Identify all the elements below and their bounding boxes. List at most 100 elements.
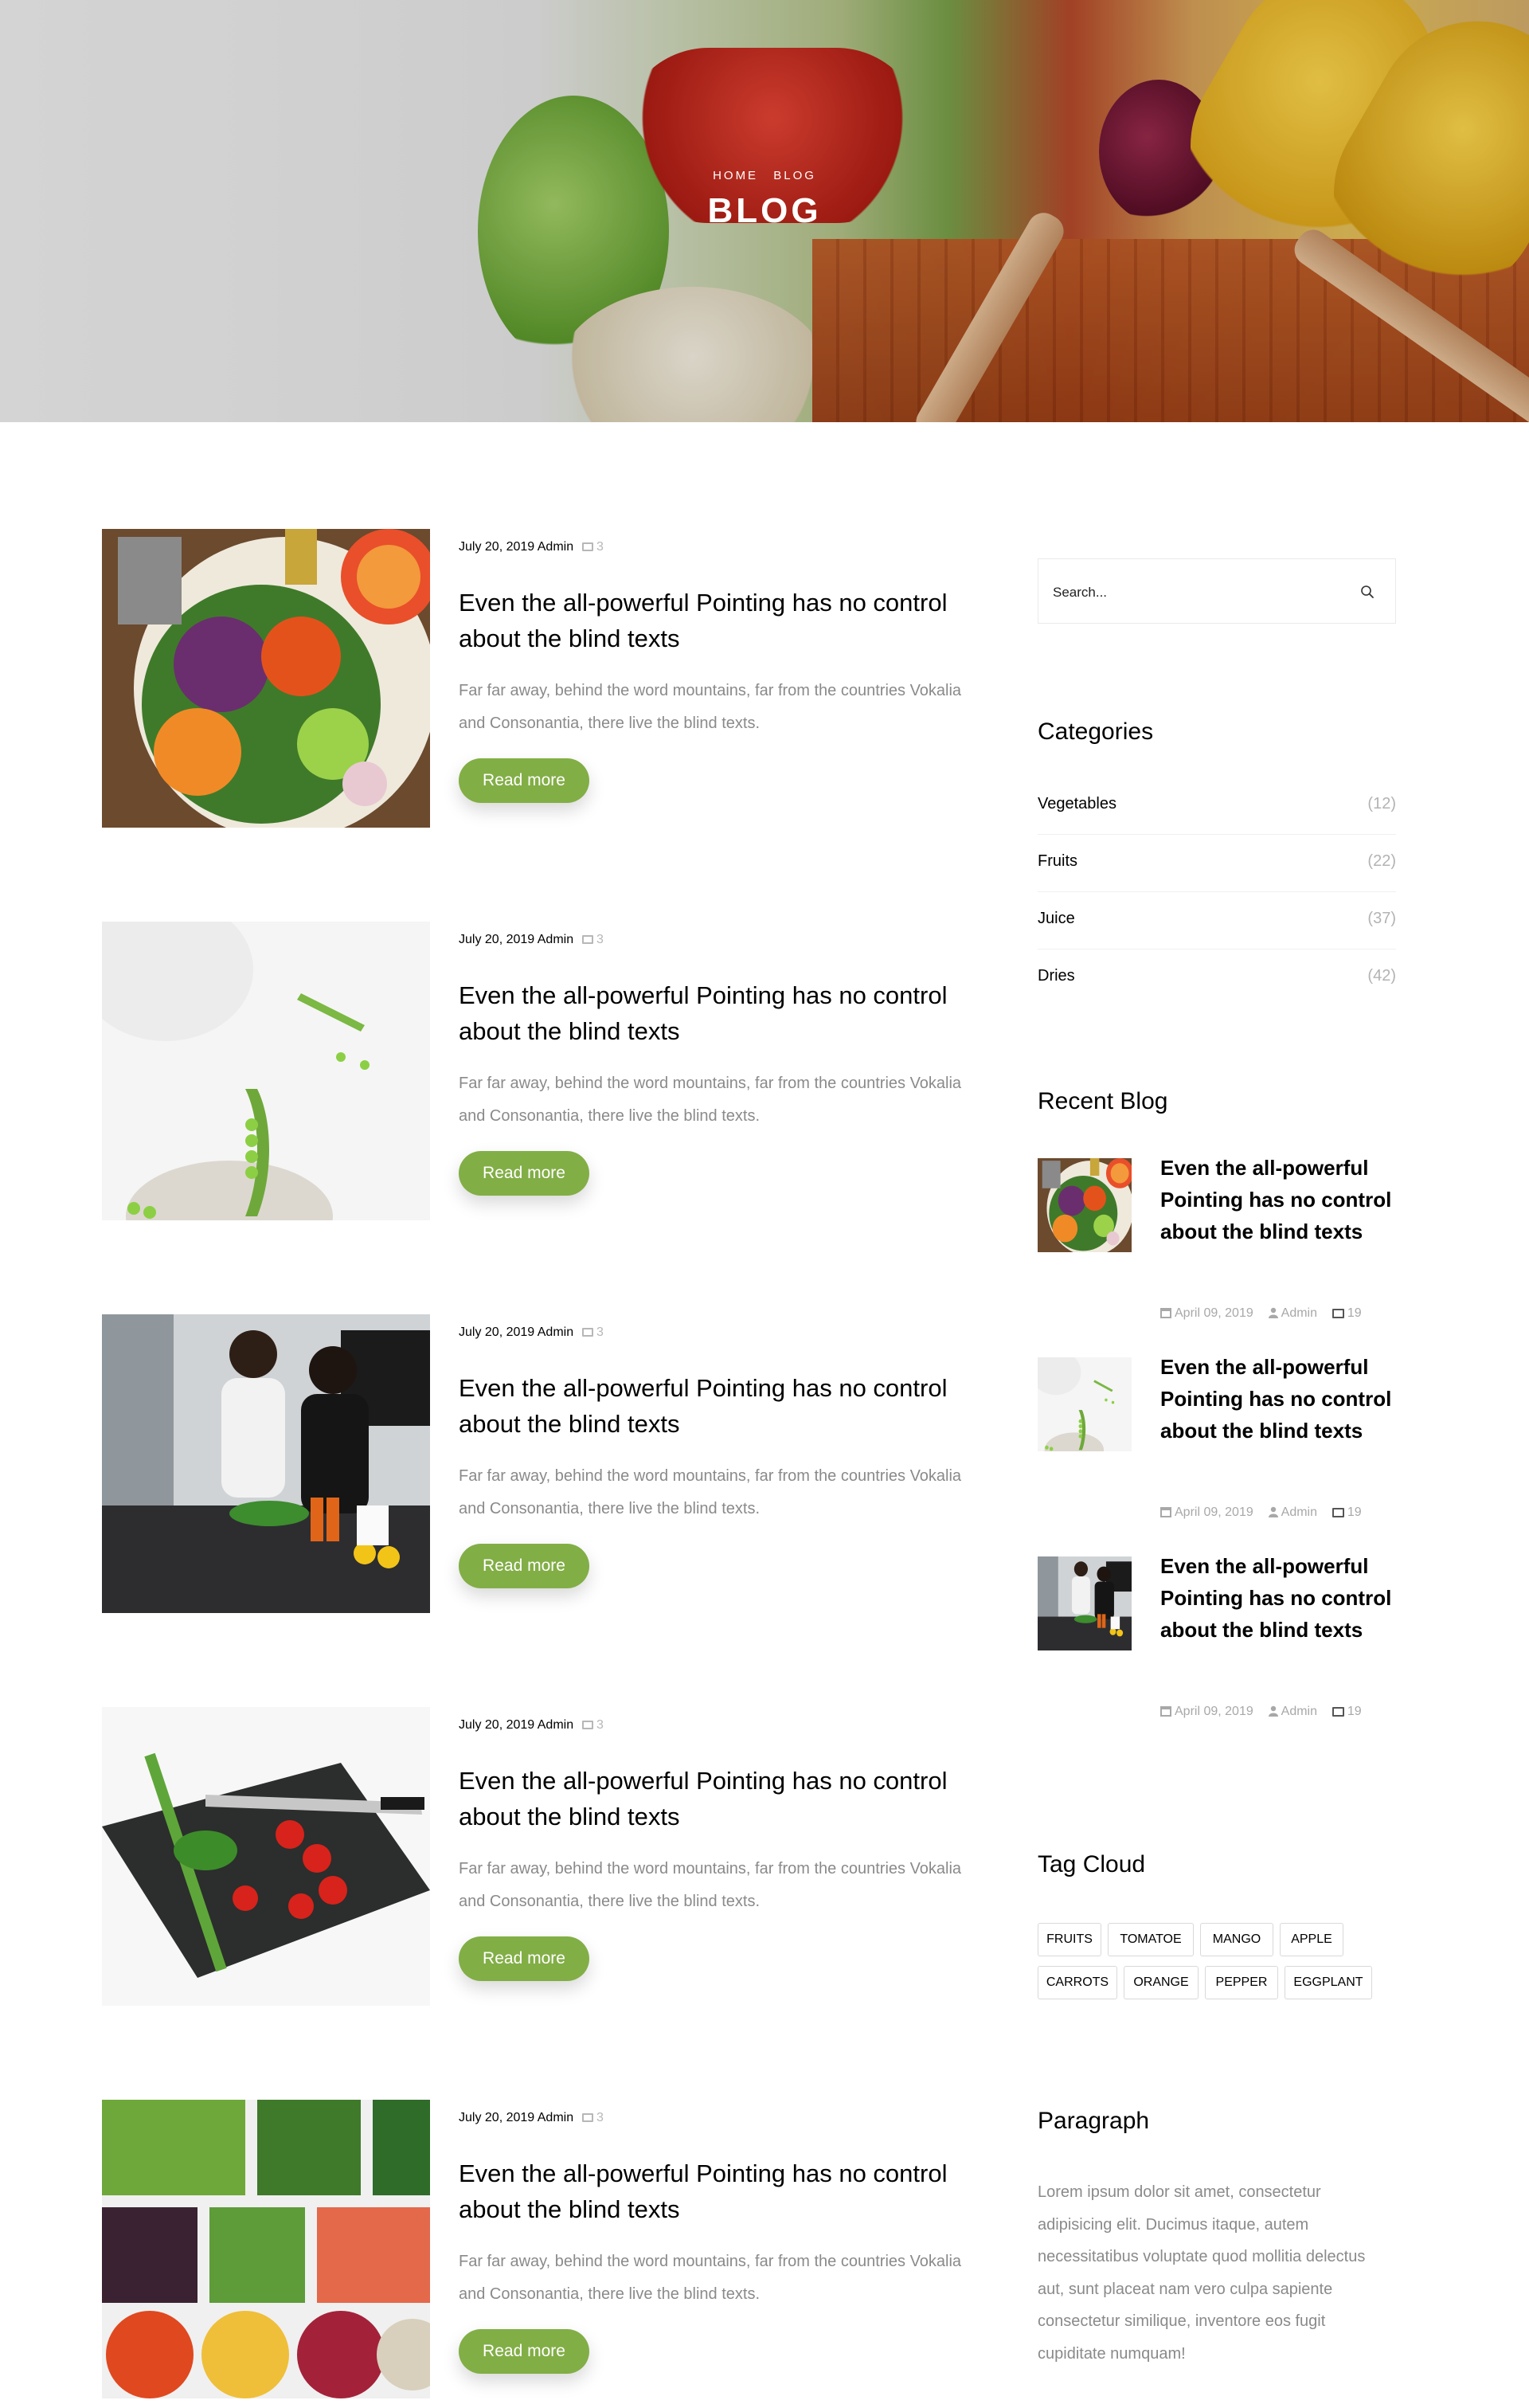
- blog-post: July 20, 2019 Admin 3 Even the all-power…: [102, 1707, 978, 2006]
- post-meta: July 20, 2019 Admin 3: [459, 1718, 604, 1733]
- recent-blog-author[interactable]: Admin: [1281, 1705, 1317, 1718]
- blog-post: July 20, 2019 Admin 3 Even the all-power…: [102, 1314, 978, 1613]
- post-comment-count[interactable]: 3: [596, 540, 604, 554]
- read-more-button[interactable]: Read more: [459, 758, 589, 803]
- comment-icon: [581, 2113, 593, 2122]
- search-input[interactable]: [1053, 581, 1339, 604]
- post-author[interactable]: Admin: [538, 2111, 573, 2124]
- post-comment-count[interactable]: 3: [596, 2111, 604, 2124]
- user-icon: [1268, 1307, 1278, 1318]
- category-item[interactable]: Juice (37): [1038, 892, 1396, 949]
- search-form: [1038, 558, 1396, 624]
- recent-blog-heading: Recent Blog: [1038, 1088, 1168, 1114]
- salad-bowl-image[interactable]: [102, 529, 430, 828]
- post-title[interactable]: Even the all-powerful Pointing has no co…: [459, 585, 968, 656]
- post-title[interactable]: Even the all-powerful Pointing has no co…: [459, 1763, 968, 1834]
- blog-post: July 20, 2019 Admin 3 Even the all-power…: [102, 922, 978, 1220]
- recent-blog-title[interactable]: Even the all-powerful Pointing has no co…: [1160, 1351, 1399, 1447]
- category-name[interactable]: Fruits: [1038, 852, 1077, 871]
- category-count: (22): [1367, 852, 1396, 870]
- comment-icon: [581, 935, 593, 944]
- post-title[interactable]: Even the all-powerful Pointing has no co…: [459, 1370, 968, 1442]
- tag-link[interactable]: eggplant: [1285, 1966, 1372, 1999]
- recent-blog-comments[interactable]: 19: [1347, 1306, 1362, 1320]
- calendar-icon: [1160, 1706, 1171, 1717]
- recent-blog-date[interactable]: April 09, 2019: [1175, 1705, 1253, 1718]
- post-meta: July 20, 2019 Admin 3: [459, 540, 604, 554]
- breadcrumb-current: Blog: [773, 169, 816, 182]
- salad-bowl-thumb[interactable]: [1038, 1158, 1132, 1252]
- post-author[interactable]: Admin: [538, 1325, 573, 1339]
- green-peas-image[interactable]: [102, 922, 430, 1220]
- green-peas-thumb[interactable]: [1038, 1357, 1132, 1451]
- category-count: (42): [1367, 967, 1396, 985]
- couple-cooking-image[interactable]: [102, 1314, 430, 1613]
- tag-link[interactable]: tomatoe: [1108, 1923, 1194, 1956]
- tag-link[interactable]: carrots: [1038, 1966, 1117, 1999]
- recent-blog-meta: April 09, 2019 Admin 19: [1160, 1505, 1399, 1520]
- tag-link[interactable]: orange: [1124, 1966, 1199, 1999]
- category-item[interactable]: Dries (42): [1038, 949, 1396, 1007]
- tag-link[interactable]: apple: [1280, 1923, 1343, 1956]
- category-name[interactable]: Vegetables: [1038, 795, 1116, 813]
- categories-heading: Categories: [1038, 718, 1154, 745]
- post-author[interactable]: Admin: [538, 540, 573, 554]
- recent-blog-meta: April 09, 2019 Admin 19: [1160, 1306, 1399, 1321]
- post-excerpt: Far far away, behind the word mountains,…: [459, 2253, 962, 2303]
- search-icon[interactable]: [1360, 585, 1375, 599]
- post-date[interactable]: July 20, 2019: [459, 1718, 534, 1732]
- post-date[interactable]: July 20, 2019: [459, 1325, 534, 1339]
- paragraph-text: Lorem ipsum dolor sit amet, consectetur …: [1038, 2183, 1366, 2363]
- category-name[interactable]: Dries: [1038, 967, 1075, 985]
- category-count: (12): [1367, 795, 1396, 812]
- recent-blog-title[interactable]: Even the all-powerful Pointing has no co…: [1160, 1550, 1399, 1646]
- couple-cooking-thumb[interactable]: [1038, 1556, 1132, 1650]
- post-comment-count[interactable]: 3: [596, 1718, 604, 1732]
- user-icon: [1268, 1705, 1278, 1717]
- post-comment-count[interactable]: 3: [596, 933, 604, 946]
- read-more-button[interactable]: Read more: [459, 1544, 589, 1588]
- post-date[interactable]: July 20, 2019: [459, 933, 534, 946]
- category-item[interactable]: Fruits (22): [1038, 835, 1396, 892]
- recent-blog-comments[interactable]: 19: [1347, 1505, 1362, 1519]
- post-title[interactable]: Even the all-powerful Pointing has no co…: [459, 977, 968, 1049]
- post-excerpt: Far far away, behind the word mountains,…: [459, 682, 962, 732]
- recent-blog-item: Even the all-powerful Pointing has no co…: [1038, 1355, 1399, 1541]
- tomatoes-cutting-board-image[interactable]: [102, 1707, 430, 2006]
- comment-icon: [581, 542, 593, 551]
- post-date[interactable]: July 20, 2019: [459, 2111, 534, 2124]
- post-author[interactable]: Admin: [538, 1718, 573, 1732]
- tag-link[interactable]: pepper: [1205, 1966, 1278, 1999]
- category-name[interactable]: Juice: [1038, 910, 1075, 928]
- category-item[interactable]: Vegetables (12): [1038, 777, 1396, 835]
- tag-link[interactable]: fruits: [1038, 1923, 1101, 1956]
- post-author[interactable]: Admin: [538, 933, 573, 946]
- read-more-button[interactable]: Read more: [459, 1151, 589, 1196]
- categories-list: Vegetables (12) Fruits (22) Juice (37) D…: [1038, 777, 1396, 1007]
- tag-link[interactable]: mango: [1200, 1923, 1273, 1956]
- recent-blog-title[interactable]: Even the all-powerful Pointing has no co…: [1160, 1152, 1399, 1247]
- calendar-icon: [1160, 1308, 1171, 1318]
- recent-blog-author[interactable]: Admin: [1281, 1505, 1317, 1519]
- recent-blog-item: Even the all-powerful Pointing has no co…: [1038, 1156, 1399, 1341]
- recent-blog-meta: April 09, 2019 Admin 19: [1160, 1704, 1399, 1719]
- breadcrumb-home-link[interactable]: Home: [713, 169, 758, 182]
- comment-icon: [1332, 1309, 1344, 1318]
- recent-blog-comments[interactable]: 19: [1347, 1705, 1362, 1718]
- comment-icon: [581, 1721, 593, 1729]
- vegetable-bowls-image[interactable]: [102, 2100, 430, 2398]
- user-icon: [1268, 1506, 1278, 1517]
- blog-post: July 20, 2019 Admin 3 Even the all-power…: [102, 529, 978, 828]
- post-meta: July 20, 2019 Admin 3: [459, 2111, 604, 2125]
- post-meta: July 20, 2019 Admin 3: [459, 933, 604, 947]
- post-comment-count[interactable]: 3: [596, 1325, 604, 1339]
- breadcrumb: Home Blog: [0, 169, 1529, 182]
- category-count: (37): [1367, 910, 1396, 927]
- recent-blog-author[interactable]: Admin: [1281, 1306, 1317, 1320]
- post-date[interactable]: July 20, 2019: [459, 540, 534, 554]
- post-title[interactable]: Even the all-powerful Pointing has no co…: [459, 2155, 968, 2227]
- read-more-button[interactable]: Read more: [459, 2329, 589, 2374]
- recent-blog-date[interactable]: April 09, 2019: [1175, 1306, 1253, 1320]
- recent-blog-date[interactable]: April 09, 2019: [1175, 1505, 1253, 1519]
- read-more-button[interactable]: Read more: [459, 1936, 589, 1981]
